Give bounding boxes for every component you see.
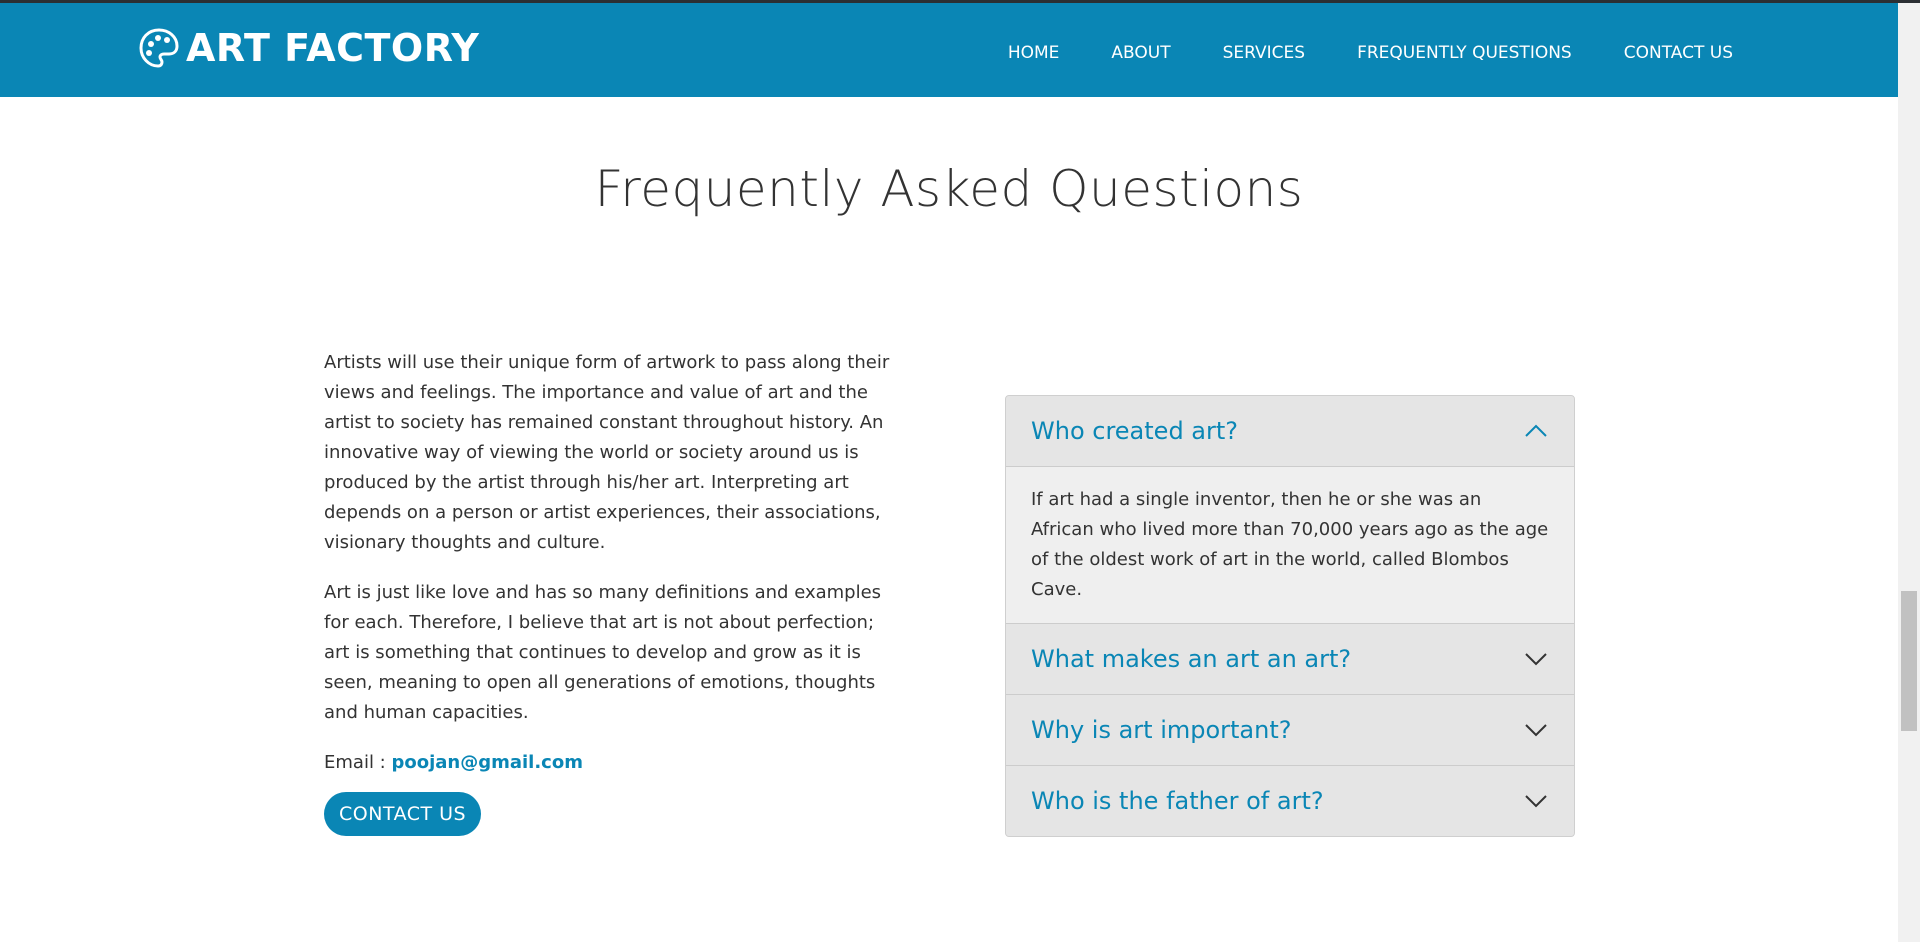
faq-question-why-important[interactable]: Why is art important?: [1006, 695, 1574, 765]
intro-column: Artists will use their unique form of ar…: [324, 348, 904, 836]
brand-name: ART FACTORY: [186, 26, 480, 70]
faq-question-who-created-art[interactable]: Who created art?: [1006, 396, 1574, 466]
faq-item: Who created art? If art had a single inv…: [1006, 396, 1574, 624]
faq-question-text: Who created art?: [1031, 417, 1239, 445]
faq-question-text: What makes an art an art?: [1031, 645, 1352, 673]
contact-us-button[interactable]: CONTACT US: [324, 792, 482, 836]
nav-home[interactable]: HOME: [1008, 41, 1060, 65]
chevron-up-icon: [1525, 424, 1547, 437]
faq-accordion: Who created art? If art had a single inv…: [1005, 395, 1575, 837]
main-nav: HOME ABOUT SERVICES FREQUENTLY QUESTIONS…: [956, 41, 1733, 65]
intro-paragraph-1: Artists will use their unique form of ar…: [324, 352, 890, 553]
intro-paragraph-2: Art is just like love and has so many de…: [324, 582, 882, 723]
faq-question-text: Who is the father of art?: [1031, 787, 1324, 815]
faq-answer: If art had a single inventor, then he or…: [1006, 466, 1574, 623]
email-label: Email :: [324, 752, 392, 773]
page-scrollbar[interactable]: [1898, 3, 1920, 942]
email-link[interactable]: poojan@gmail.com: [391, 752, 583, 773]
faq-question-father-of-art[interactable]: Who is the father of art?: [1006, 766, 1574, 836]
email-line: Email : poojan@gmail.com: [324, 748, 904, 778]
nav-frequently-questions[interactable]: FREQUENTLY QUESTIONS: [1357, 41, 1572, 65]
section-title: Frequently Asked Questions: [594, 160, 1304, 218]
nav-about[interactable]: ABOUT: [1111, 41, 1170, 65]
scrollbar-thumb[interactable]: [1901, 591, 1917, 731]
navbar: ART FACTORY HOME ABOUT SERVICES FREQUENT…: [0, 3, 1898, 97]
faq-question-text: Why is art important?: [1031, 716, 1292, 744]
faq-item: What makes an art an art?: [1006, 624, 1574, 695]
faq-item: Why is art important?: [1006, 695, 1574, 766]
chevron-down-icon: [1525, 653, 1547, 666]
faq-item: Who is the father of art?: [1006, 766, 1574, 836]
faq-question-what-makes-art[interactable]: What makes an art an art?: [1006, 624, 1574, 694]
palette-icon: [139, 28, 179, 68]
nav-services[interactable]: SERVICES: [1223, 41, 1305, 65]
chevron-down-icon: [1525, 795, 1547, 808]
nav-contact-us[interactable]: CONTACT US: [1624, 41, 1733, 65]
brand-logo-link[interactable]: ART FACTORY: [138, 27, 479, 69]
chevron-down-icon: [1525, 724, 1547, 737]
